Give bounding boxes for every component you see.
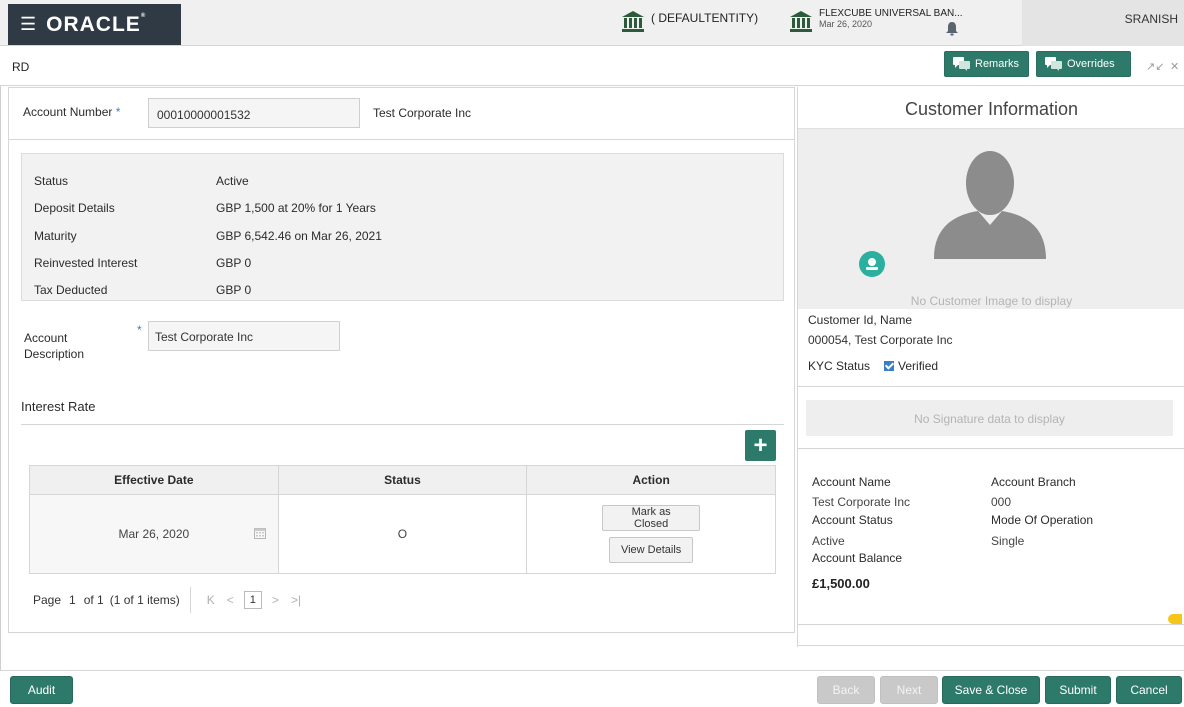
prev-page-icon[interactable]: <: [227, 593, 234, 607]
next-page-icon[interactable]: >: [272, 593, 279, 607]
signature-area: No Signature data to display: [806, 400, 1173, 436]
footer-bar: Audit Back Next Save & Close Submit Canc…: [0, 670, 1184, 707]
page-of-text: of 1: [83, 593, 104, 607]
entity-name: ( DEFAULTENTITY): [651, 11, 759, 25]
mode-of-operation-label: Mode Of Operation: [991, 513, 1094, 527]
brand-block: ☰ ORACLE®: [8, 4, 181, 45]
screen-header: RD Remarks Overrides ↗↙ ✕: [0, 46, 1184, 86]
overrides-label: Overrides: [1067, 58, 1115, 70]
remarks-button[interactable]: Remarks: [944, 51, 1029, 77]
account-branch-value: 000: [991, 495, 1012, 509]
cancel-button[interactable]: Cancel: [1116, 676, 1182, 704]
account-status-value: Active: [812, 534, 845, 548]
required-marker: *: [137, 323, 142, 337]
effective-date-cell[interactable]: Mar 26, 2020: [29, 494, 279, 574]
add-row-button[interactable]: +: [745, 430, 776, 461]
customer-id-value: 000054, Test Corporate Inc: [808, 333, 953, 347]
account-number-label: Account Number *: [23, 105, 121, 119]
kyc-value: Verified: [898, 359, 939, 373]
deposit-summary-box: Status Active Deposit Details GBP 1,500 at…: [21, 153, 784, 301]
upload-image-icon[interactable]: [859, 251, 885, 277]
interest-rate-title: Interest Rate: [21, 399, 96, 414]
overrides-button[interactable]: Overrides: [1036, 51, 1131, 77]
next-button[interactable]: Next: [880, 676, 938, 704]
account-number-row: Account Number * 00010000001532 Test Cor…: [9, 88, 794, 140]
entity-selector[interactable]: ( DEFAULTENTITY): [621, 9, 758, 33]
divider: [798, 645, 1184, 646]
kyc-status: KYC Status Verified: [808, 359, 938, 373]
comments-icon: [953, 57, 970, 71]
current-page-indicator[interactable]: 1: [243, 591, 262, 609]
remarks-label: Remarks: [975, 58, 1020, 70]
left-edge-line: [0, 46, 1, 670]
branch-date: Mar 26, 2020: [819, 19, 873, 29]
customer-id-label: Customer Id, Name: [808, 313, 913, 327]
account-main-panel: Account Number * 00010000001532 Test Cor…: [8, 87, 795, 633]
last-page-icon[interactable]: >|: [291, 593, 301, 607]
bank-icon: [622, 11, 644, 32]
mode-of-operation-value: Single: [991, 534, 1025, 548]
branch-selector[interactable]: FLEXCUBE UNIVERSAL BAN... Mar 26, 2020: [789, 9, 963, 33]
check-icon: [884, 361, 895, 371]
customer-photo-area: No Customer Image to display: [798, 129, 1184, 309]
effective-date-value: Mar 26, 2020: [118, 527, 190, 541]
account-balance-value: £1,500.00: [812, 576, 870, 591]
user-menu[interactable]: SRANISH: [1022, 0, 1184, 46]
column-header-effective-date: Effective Date: [29, 465, 279, 495]
column-header-action: Action: [526, 465, 776, 495]
submit-button[interactable]: Submit: [1045, 676, 1111, 704]
avatar-placeholder-icon: [934, 151, 1046, 259]
screen-title: RD: [12, 60, 30, 74]
maximize-icon[interactable]: ↗↙: [1146, 60, 1164, 73]
comments-icon: [1045, 57, 1062, 71]
first-page-icon[interactable]: K: [207, 593, 215, 607]
account-balance-label: Account Balance: [812, 551, 903, 565]
divider: [798, 624, 1184, 625]
panel-toggle-handle[interactable]: [1168, 614, 1182, 624]
account-name-value: Test Corporate Inc: [812, 495, 911, 509]
kyc-label: KYC Status: [808, 359, 871, 373]
pager-divider: [189, 587, 191, 613]
page-number-input[interactable]: 1: [69, 593, 76, 607]
account-description-label: Account Description: [24, 331, 85, 361]
account-branch-label: Account Branch: [991, 475, 1076, 489]
oracle-logo: ORACLE®: [46, 12, 147, 36]
divider: [798, 386, 1184, 387]
page-label: Page: [33, 593, 62, 607]
no-image-message: No Customer Image to display: [910, 294, 1073, 308]
plus-icon: +: [753, 431, 768, 459]
account-status-label: Account Status: [812, 513, 893, 527]
account-description-field[interactable]: Test Corporate Inc: [148, 321, 340, 351]
column-header-status: Status: [277, 465, 528, 495]
table-row: Mar 26, 2020 O Mark as Closed View Detai…: [29, 494, 776, 574]
close-icon[interactable]: ✕: [1170, 60, 1179, 73]
customer-info-title: Customer Information: [798, 87, 1184, 129]
calendar-icon[interactable]: [253, 527, 266, 539]
page-items-text: (1 of 1 items): [109, 593, 180, 607]
save-close-button[interactable]: Save & Close: [942, 676, 1040, 704]
bell-icon[interactable]: [946, 22, 958, 36]
hamburger-menu-icon[interactable]: ☰: [20, 14, 36, 35]
top-bar: ☰ ORACLE® ( DEFAULTENTITY) FLEXCUBE UNIV…: [0, 0, 1184, 46]
account-name-label: Account Name: [812, 475, 891, 489]
back-button[interactable]: Back: [817, 676, 875, 704]
account-holder-name: Test Corporate Inc: [373, 106, 472, 120]
view-details-button[interactable]: View Details: [609, 537, 694, 563]
interest-rate-table: Effective Date Status Action Mar 26, 202…: [29, 465, 776, 574]
table-pager: Page 1 of 1 (1 of 1 items) K < 1 > >|: [33, 585, 307, 615]
section-divider: [21, 424, 784, 425]
branch-bank-icon: [790, 11, 812, 32]
customer-info-panel: Customer Information No Customer Image t…: [797, 87, 1184, 647]
mark-as-closed-button[interactable]: Mark as Closed: [602, 505, 701, 531]
user-name: SRANISH: [1124, 12, 1178, 26]
divider: [798, 448, 1184, 449]
branch-name: FLEXCUBE UNIVERSAL BAN...: [819, 8, 963, 19]
status-cell: O: [277, 494, 528, 574]
audit-button[interactable]: Audit: [10, 676, 73, 704]
action-cell: Mark as Closed View Details: [526, 494, 776, 574]
account-number-field[interactable]: 00010000001532: [148, 98, 360, 128]
